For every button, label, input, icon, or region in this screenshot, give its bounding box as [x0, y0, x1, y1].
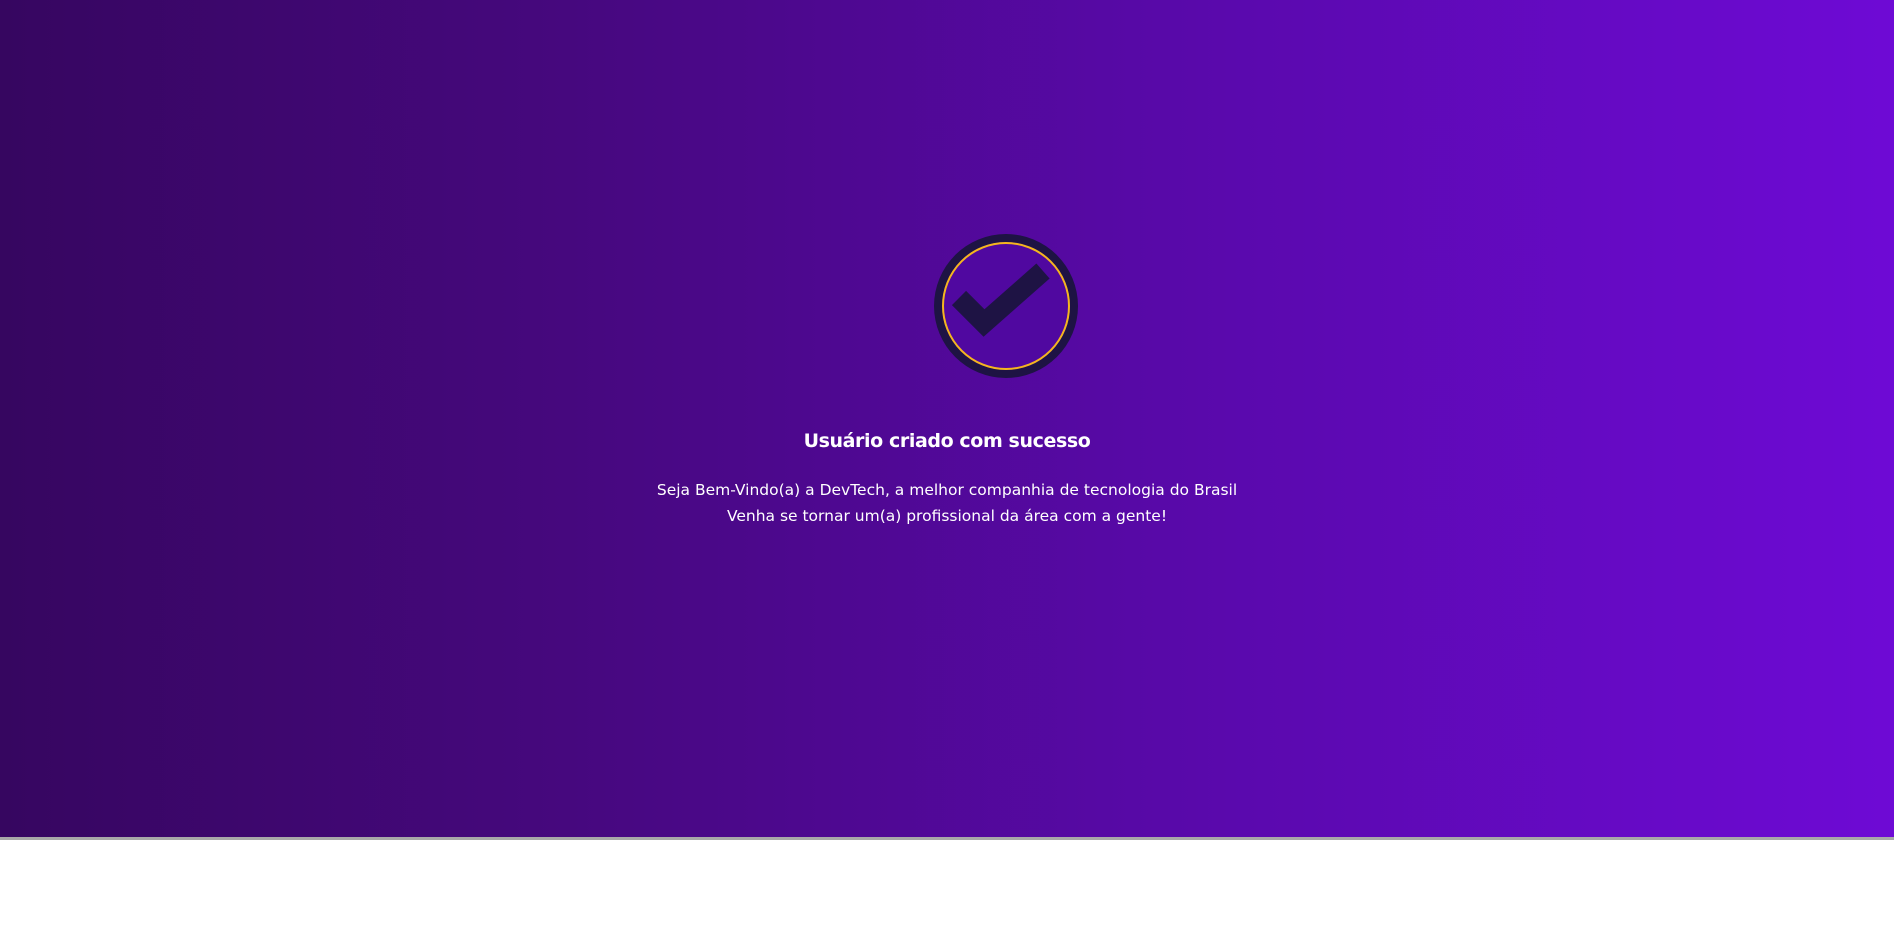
success-screen: Usuário criado com sucesso Seja Bem-Vind…	[0, 0, 1894, 840]
page-footer-area	[0, 843, 1894, 941]
check-circle-icon	[931, 231, 1081, 381]
success-title: Usuário criado com sucesso	[803, 430, 1091, 452]
welcome-message: Seja Bem-Vindo(a) a DevTech, a melhor co…	[0, 477, 1894, 529]
welcome-message-line-2: Venha se tornar um(a) profissional da ár…	[726, 507, 1168, 525]
welcome-message-line-1: Seja Bem-Vindo(a) a DevTech, a melhor co…	[656, 481, 1238, 499]
